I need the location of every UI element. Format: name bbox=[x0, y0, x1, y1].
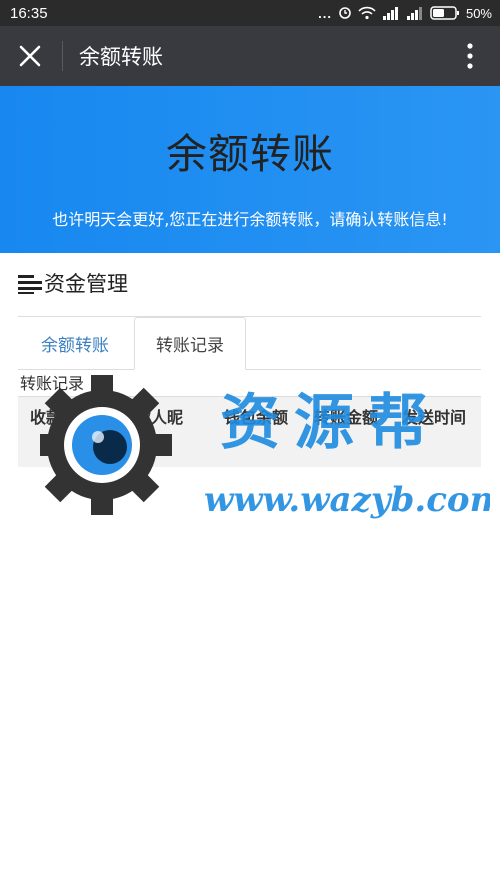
status-time: 16:35 bbox=[10, 4, 48, 22]
signal-icon-2 bbox=[406, 6, 424, 20]
close-button[interactable] bbox=[0, 26, 60, 86]
section-heading: 资金管理 bbox=[18, 268, 128, 298]
table-header: 收款人ID 收款人昵 钱包余额 转账金额 发送时间 bbox=[18, 396, 481, 467]
battery-icon bbox=[430, 6, 460, 20]
banner: 余额转账 也许明天会更好,您正在进行余额转账，请确认转账信息! bbox=[0, 86, 500, 253]
watermark-url: www.wazyb.com bbox=[204, 480, 490, 520]
battery-percent: 50% bbox=[465, 5, 492, 21]
more-button[interactable] bbox=[440, 26, 500, 86]
notification-dots: ... bbox=[318, 5, 332, 21]
column-header: 钱包余额 bbox=[224, 408, 289, 427]
navbar: 余额转账 bbox=[0, 26, 500, 86]
tab-bar: 余额转账 转账记录 bbox=[18, 317, 481, 370]
column-header: 收款人昵 bbox=[119, 408, 184, 427]
section-title: 资金管理 bbox=[44, 272, 128, 296]
column-header: 发送时间 bbox=[402, 408, 467, 427]
banner-title: 余额转账 bbox=[166, 130, 334, 178]
nav-title: 余额转账 bbox=[79, 45, 163, 69]
nav-divider bbox=[62, 41, 63, 71]
status-icons: ... 50% bbox=[318, 6, 492, 21]
records-label: 转账记录 bbox=[20, 374, 85, 393]
column-header: 转账金额 bbox=[314, 408, 379, 427]
status-bar: 16:35 ... 50% bbox=[0, 0, 500, 26]
more-vertical-icon bbox=[467, 43, 473, 69]
tab-transfer-records[interactable]: 转账记录 bbox=[134, 317, 246, 370]
wifi-icon bbox=[358, 6, 376, 20]
column-header: 收款人ID bbox=[30, 408, 98, 427]
banner-subtitle: 也许明天会更好,您正在进行余额转账，请确认转账信息! bbox=[52, 210, 448, 229]
alarm-icon bbox=[338, 6, 352, 20]
signal-icon bbox=[382, 6, 400, 20]
close-icon bbox=[19, 45, 41, 67]
tab-balance-transfer[interactable]: 余额转账 bbox=[18, 317, 132, 369]
menu-lines-icon bbox=[18, 273, 42, 294]
